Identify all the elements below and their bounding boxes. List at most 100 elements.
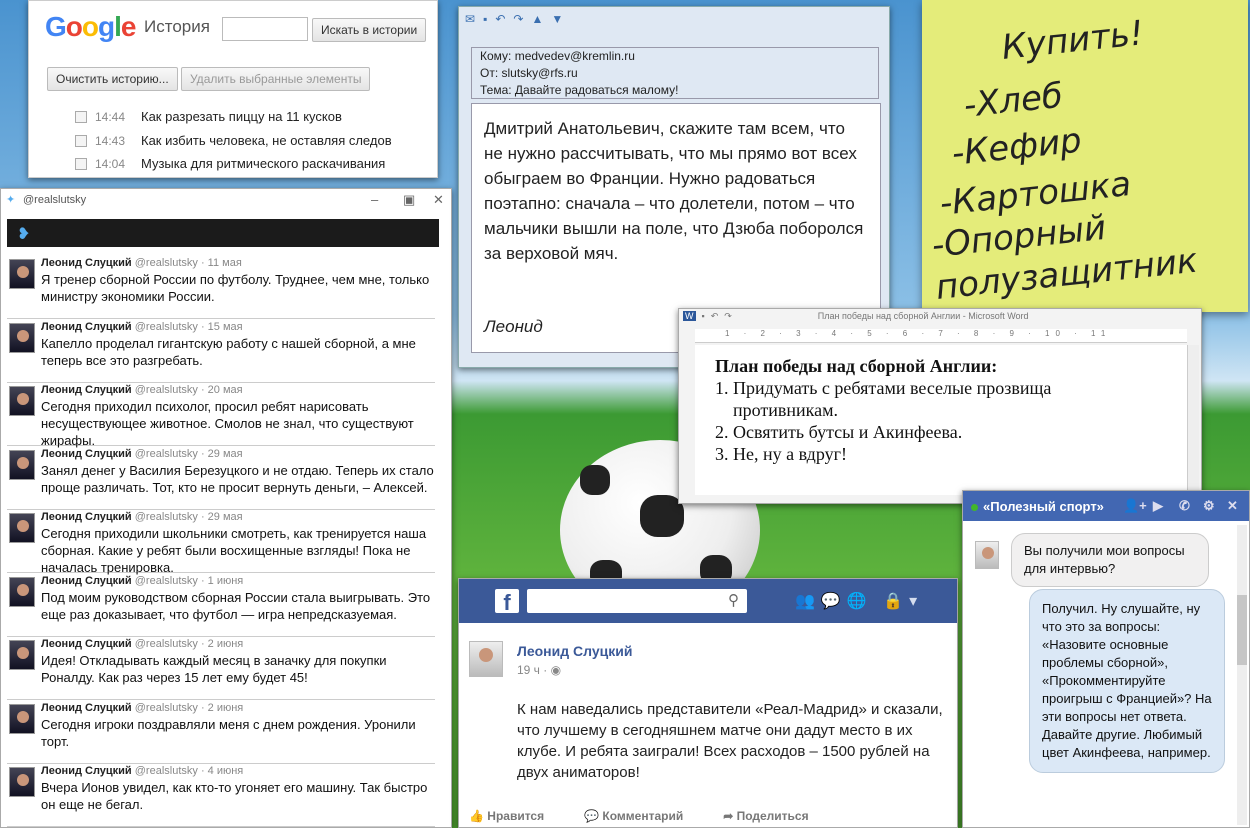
delete-selected-button[interactable]: Удалить выбранные элементы bbox=[181, 67, 371, 91]
notification-icons[interactable]: 👥💬🌐 🔒▾ bbox=[795, 591, 923, 611]
sticky-note: Купить! -Хлеб -Кефир -Картошка -Опорный … bbox=[922, 0, 1248, 312]
history-item[interactable]: 14:04 Музыка для ритмического раскачивани… bbox=[75, 156, 385, 171]
tweet-author[interactable]: Леонид Слуцкий @realslutsky · 4 июня bbox=[41, 765, 243, 777]
tweet-text: Сегодня приходил психолог, просил ребят … bbox=[41, 399, 414, 448]
tweet-text: Занял денег у Василия Березуцкого и не о… bbox=[41, 462, 434, 495]
sticky-line: -Кефир bbox=[949, 120, 1084, 174]
scrollbar[interactable] bbox=[1237, 525, 1247, 825]
tweet-author[interactable]: Леонид Слуцкий @realslutsky · 29 мая bbox=[41, 448, 243, 460]
tweet-author[interactable]: Леонид Слуцкий @realslutsky · 11 мая bbox=[41, 257, 242, 269]
history-item[interactable]: 14:44 Как разрезать пиццу на 11 кусков bbox=[75, 109, 342, 124]
save-icon[interactable]: ▪ bbox=[483, 12, 487, 26]
clear-history-button[interactable]: Очистить историю... bbox=[47, 67, 178, 91]
tweet-author[interactable]: Леонид Слуцкий @realslutsky · 29 мая bbox=[41, 511, 243, 523]
tweet-text: Идея! Откладывать каждый месяц в заначку… bbox=[41, 653, 387, 685]
video-icon[interactable]: ▶ bbox=[1153, 498, 1163, 514]
google-history-window: Google История Искать в истории Очистить… bbox=[28, 0, 438, 178]
avatar[interactable] bbox=[9, 576, 35, 607]
gear-icon[interactable]: ⚙ bbox=[1203, 498, 1215, 514]
scrollbar[interactable] bbox=[1187, 345, 1199, 495]
tweet-author[interactable]: Леонид Слуцкий @realslutsky · 2 июня bbox=[41, 638, 243, 650]
email-signature: Леонид bbox=[484, 317, 543, 336]
tweet-text: Капелло проделал гигантскую работу с наш… bbox=[41, 335, 416, 368]
tweet-text: Под моим руководством сборная России ста… bbox=[41, 589, 431, 622]
chat-title: «Полезный спорт» bbox=[983, 499, 1104, 514]
twitter-bird-icon: ❥ bbox=[17, 226, 31, 243]
twitter-header: ❥ bbox=[7, 219, 439, 247]
avatar[interactable] bbox=[9, 322, 35, 353]
down-icon[interactable]: ▼ bbox=[551, 12, 563, 26]
incoming-message: Вы получили мои вопросы для интервью? bbox=[1011, 533, 1209, 587]
sticky-line: -Хлеб bbox=[961, 75, 1065, 126]
tweet[interactable]: Леонид Слуцкий @realslutsky · 20 мая Сего… bbox=[7, 380, 435, 448]
redo-icon[interactable]: ↷ bbox=[513, 12, 523, 26]
add-user-icon[interactable]: 👤+ bbox=[1123, 498, 1147, 514]
avatar[interactable] bbox=[9, 767, 35, 797]
avatar[interactable] bbox=[9, 513, 35, 543]
checkbox[interactable] bbox=[75, 110, 87, 123]
tweet[interactable]: Леонид Слуцкий @realslutsky · 29 мая Сего… bbox=[7, 507, 435, 575]
tweet[interactable]: Леонид Слуцкий @realslutsky · 11 мая Я тр… bbox=[7, 253, 435, 319]
tweet-author[interactable]: Леонид Слуцкий @realslutsky · 1 июня bbox=[41, 575, 243, 587]
email-toolbar: ✉ ▪ ↶ ↷ ▲ ▼ bbox=[459, 7, 889, 31]
avatar[interactable] bbox=[9, 703, 35, 734]
facebook-topbar: f ⚲ 👥💬🌐 🔒▾ bbox=[459, 579, 957, 623]
page-title: История bbox=[144, 17, 210, 36]
avatar[interactable] bbox=[9, 386, 35, 416]
like-button[interactable]: 👍 Нравится bbox=[469, 809, 544, 823]
email-header: Кому: medvedev@kremlin.ru От: slutsky@rf… bbox=[471, 47, 879, 99]
post-author[interactable]: Леонид Слуцкий bbox=[517, 643, 632, 659]
tweet[interactable]: Леонид Слуцкий @realslutsky · 29 мая Заня… bbox=[7, 444, 435, 510]
undo-icon[interactable]: ↶ bbox=[495, 12, 505, 26]
word-titlebar: W ▪ ↶ ↷ План победы над сборной Англии - M… bbox=[679, 309, 1201, 323]
maximize-icon[interactable]: ▣ bbox=[403, 192, 415, 208]
facebook-logo[interactable]: f bbox=[495, 589, 519, 615]
avatar[interactable] bbox=[9, 259, 35, 289]
up-icon[interactable]: ▲ bbox=[531, 12, 543, 26]
avatar[interactable] bbox=[9, 640, 35, 670]
undo-icon[interactable]: ↶ bbox=[711, 311, 719, 322]
list-item: 3. Не, ну а вдруг! bbox=[715, 444, 847, 464]
avatar[interactable] bbox=[975, 541, 999, 569]
minimize-icon[interactable]: – bbox=[371, 192, 378, 207]
sticky-line: Купить! bbox=[999, 13, 1146, 68]
email-to: Кому: medvedev@kremlin.ru bbox=[480, 49, 635, 63]
history-item[interactable]: 14:43 Как избить человека, не оставляя сл… bbox=[75, 133, 392, 148]
history-search-input[interactable] bbox=[222, 17, 308, 41]
list-item: 2. Освятить бутсы и Акинфеева. bbox=[715, 422, 963, 442]
facebook-search-input[interactable]: ⚲ bbox=[527, 589, 747, 613]
comment-button[interactable]: 💬 Комментарий bbox=[584, 809, 683, 823]
search-history-button[interactable]: Искать в истории bbox=[312, 18, 427, 42]
document-heading: План победы над сборной Англии: bbox=[715, 356, 998, 376]
google-logo: Google bbox=[45, 11, 136, 42]
tweet[interactable]: Леонид Слуцкий @realslutsky · 4 июня Вчер… bbox=[7, 761, 435, 827]
tweet[interactable]: Леонид Слуцкий @realslutsky · 1 июня Под … bbox=[7, 571, 435, 637]
save-icon[interactable]: ▪ bbox=[702, 311, 705, 321]
avatar[interactable] bbox=[9, 449, 35, 480]
redo-icon[interactable]: ↷ bbox=[724, 311, 732, 322]
tweet[interactable]: Леонид Слуцкий @realslutsky · 15 мая Капе… bbox=[7, 317, 435, 383]
search-icon[interactable]: ⚲ bbox=[728, 591, 739, 609]
close-icon[interactable]: ✕ bbox=[433, 192, 444, 208]
tweet-author[interactable]: Леонид Слуцкий @realslutsky · 20 мая bbox=[41, 384, 243, 396]
chat-header[interactable]: «Полезный спорт» 👤+ ▶ ✆ ⚙ ✕ bbox=[963, 491, 1249, 521]
post-time: 19 ч · ◉ bbox=[517, 663, 562, 677]
ruler[interactable]: 1 · 2 · 3 · 4 · 5 · 6 · 7 · 8 · 9 · 10 ·… bbox=[695, 329, 1187, 343]
avatar[interactable] bbox=[469, 641, 503, 677]
phone-icon[interactable]: ✆ bbox=[1179, 498, 1190, 514]
close-icon[interactable]: ✕ bbox=[1227, 498, 1238, 514]
document-page[interactable]: План победы над сборной Англии: 1. Приду… bbox=[695, 345, 1187, 495]
email-from: От: slutsky@rfs.ru bbox=[480, 66, 578, 80]
tweet[interactable]: Леонид Слуцкий @realslutsky · 2 июня Идея… bbox=[7, 634, 435, 700]
tweet-author[interactable]: Леонид Слуцкий @realslutsky · 15 мая bbox=[41, 321, 243, 333]
tweet-text: Вчера Ионов увидел, как кто-то угоняет е… bbox=[41, 780, 428, 812]
mail-icon[interactable]: ✉ bbox=[465, 12, 475, 26]
checkbox[interactable] bbox=[75, 157, 87, 170]
tweet-author[interactable]: Леонид Слуцкий @realslutsky · 2 июня bbox=[41, 702, 243, 714]
checkbox[interactable] bbox=[75, 134, 87, 147]
share-button[interactable]: ➦ Поделиться bbox=[723, 809, 808, 823]
list-item: противникам. bbox=[733, 400, 839, 420]
tweet[interactable]: Леонид Слуцкий @realslutsky · 2 июня Сего… bbox=[7, 698, 435, 764]
twitter-icon: ✦ bbox=[6, 194, 16, 206]
twitter-titlebar: ✦ @realslutsky – ▣ ✕ bbox=[6, 192, 444, 208]
